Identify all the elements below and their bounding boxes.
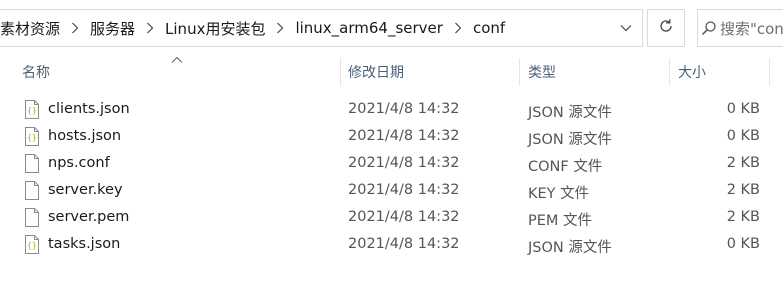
svg-text:{}: {}	[27, 133, 37, 142]
file-list: {} clients.json 2021/4/8 14:32 JSON 源文件 …	[0, 96, 783, 258]
json-file-icon: {}	[24, 100, 40, 119]
file-name: hosts.json	[48, 128, 122, 144]
file-size: 2 KB	[726, 209, 760, 225]
search-icon	[698, 20, 720, 36]
file-row[interactable]: {} tasks.json 2021/4/8 14:32 JSON 源文件 0 …	[0, 231, 783, 258]
column-header-size[interactable]: 大小	[678, 58, 706, 86]
file-row[interactable]: {} clients.json 2021/4/8 14:32 JSON 源文件 …	[0, 96, 783, 123]
file-size: 0 KB	[726, 101, 760, 117]
breadcrumb-item[interactable]: 素材资源	[0, 18, 66, 39]
file-date: 2021/4/8 14:32	[348, 101, 460, 117]
chevron-right-icon[interactable]	[141, 10, 159, 46]
json-file-icon: {}	[24, 127, 40, 146]
file-row[interactable]: server.key 2021/4/8 14:32 KEY 文件 2 KB	[0, 177, 783, 204]
column-header-name[interactable]: 名称	[22, 58, 50, 86]
file-type: PEM 文件	[528, 213, 593, 229]
file-date: 2021/4/8 14:32	[348, 128, 460, 144]
file-type: JSON 源文件	[528, 105, 612, 121]
file-size: 2 KB	[726, 182, 760, 198]
column-header-type[interactable]: 类型	[528, 58, 556, 86]
file-name: server.pem	[48, 209, 130, 225]
json-file-icon: {}	[24, 235, 40, 254]
file-date: 2021/4/8 14:32	[348, 209, 460, 225]
column-divider[interactable]	[340, 58, 341, 86]
column-divider[interactable]	[769, 58, 770, 86]
file-type: JSON 源文件	[528, 132, 612, 148]
breadcrumb-item[interactable]: linux_arm64_server	[289, 19, 449, 37]
file-type: CONF 文件	[528, 159, 603, 175]
file-name: nps.conf	[48, 155, 110, 171]
file-name: server.key	[48, 182, 123, 198]
chevron-right-icon[interactable]	[449, 10, 467, 46]
file-row[interactable]: {} hosts.json 2021/4/8 14:32 JSON 源文件 0 …	[0, 123, 783, 150]
file-icon	[24, 154, 40, 173]
file-type: JSON 源文件	[528, 240, 612, 256]
refresh-button[interactable]	[647, 9, 685, 47]
svg-text:{}: {}	[27, 241, 37, 250]
search-box[interactable]: 搜索"conf"	[697, 9, 783, 47]
svg-text:{}: {}	[27, 106, 37, 115]
breadcrumb-item-current[interactable]: conf	[467, 19, 511, 37]
file-date: 2021/4/8 14:32	[348, 236, 460, 252]
file-size: 0 KB	[726, 236, 760, 252]
chevron-down-icon[interactable]	[610, 10, 642, 46]
breadcrumb-item[interactable]: Linux用安装包	[159, 18, 271, 39]
file-size: 0 KB	[726, 128, 760, 144]
refresh-icon	[658, 18, 674, 38]
file-name: clients.json	[48, 101, 130, 117]
file-type: KEY 文件	[528, 186, 590, 202]
chevron-right-icon[interactable]	[271, 10, 289, 46]
address-bar[interactable]: 素材资源 服务器 Linux用安装包 linux_arm64_server co…	[0, 9, 643, 47]
chevron-right-icon[interactable]	[66, 10, 84, 46]
file-row[interactable]: nps.conf 2021/4/8 14:32 CONF 文件 2 KB	[0, 150, 783, 177]
navigation-toolbar: 素材资源 服务器 Linux用安装包 linux_arm64_server co…	[0, 0, 783, 58]
column-divider[interactable]	[519, 58, 520, 86]
column-header-row: 名称 修改日期 类型 大小	[0, 56, 783, 86]
file-icon	[24, 181, 40, 200]
breadcrumb-item[interactable]: 服务器	[84, 18, 141, 39]
column-divider[interactable]	[669, 58, 670, 86]
column-header-date[interactable]: 修改日期	[348, 58, 404, 86]
sort-ascending-icon	[171, 52, 183, 63]
file-row[interactable]: server.pem 2021/4/8 14:32 PEM 文件 2 KB	[0, 204, 783, 231]
search-placeholder: 搜索"conf"	[719, 19, 783, 38]
file-date: 2021/4/8 14:32	[348, 155, 460, 171]
file-icon	[24, 208, 40, 227]
file-date: 2021/4/8 14:32	[348, 182, 460, 198]
file-name: tasks.json	[48, 236, 121, 252]
file-size: 2 KB	[726, 155, 760, 171]
